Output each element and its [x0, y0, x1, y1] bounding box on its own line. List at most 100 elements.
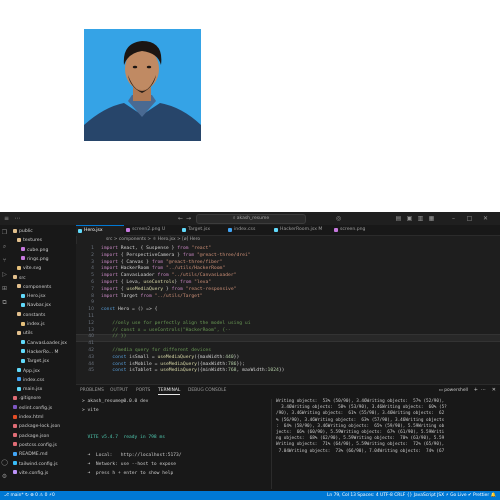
panel-tab[interactable]: TERMINAL — [158, 387, 181, 395]
code-line[interactable]: const isSmall = useMediaQuery({maxWidth:… — [101, 355, 239, 361]
panel-tab[interactable]: PROBLEMS — [80, 387, 104, 394]
maximize-icon[interactable]: □ — [466, 215, 473, 222]
explorer-item[interactable]: components — [17, 284, 51, 291]
menu-icon[interactable]: ⋯ — [14, 215, 21, 222]
explorer-item[interactable]: package.json — [13, 433, 49, 440]
explorer-item[interactable]: index.css — [17, 377, 44, 384]
code-line[interactable]: const isMobile = useMediaQuery({maxWidth… — [101, 362, 245, 368]
command-center-search[interactable]: ⌕ akash_resume — [196, 214, 306, 224]
terminal-dev-server[interactable]: > akash_resume@0.0.0 dev > vite VITE v5.4… — [82, 399, 267, 489]
code-line[interactable]: const isTablet = useMediaQuery({minWidth… — [101, 368, 284, 374]
explorer-item[interactable]: postcss.config.js — [13, 442, 57, 449]
terminal-git-output[interactable]: Writing objects: 53% (50/90), 3.46Writin… — [271, 399, 500, 489]
files-icon[interactable]: ❐ — [1, 229, 8, 236]
editor-tab[interactable]: screen2.png U — [124, 225, 180, 235]
explorer-item[interactable]: constants — [17, 312, 45, 319]
editor-tab[interactable]: index.css — [226, 225, 272, 235]
code-line[interactable]: // const x = useControls("HackerRoom", {… — [101, 328, 231, 334]
explorer-item[interactable]: index.js — [21, 321, 45, 328]
code-line[interactable]: import { PerspectiveCamera } from "@reac… — [101, 253, 251, 259]
explorer-item[interactable]: README.md — [13, 451, 48, 458]
back-arrow-icon[interactable]: ← — [178, 214, 183, 223]
editor-tab[interactable]: screen.png — [332, 225, 390, 235]
forward-arrow-icon[interactable]: → — [186, 214, 191, 223]
code-line[interactable]: import Target from "../utils/Target" — [101, 294, 203, 300]
explorer-item[interactable]: src — [13, 275, 26, 282]
file-type-icon — [21, 340, 25, 345]
current-line-highlight — [76, 334, 500, 342]
line-number: 42 — [88, 348, 94, 353]
settings-icon[interactable]: ⚙ — [1, 473, 8, 480]
toggle-panel-icon[interactable]: ▣ — [406, 215, 413, 222]
explorer-item[interactable]: textures — [17, 237, 42, 244]
run-debug-icon[interactable]: ▷ — [1, 271, 8, 278]
panel-tab[interactable]: DEBUG CONSOLE — [188, 387, 226, 394]
explorer-item[interactable]: utils — [17, 330, 33, 337]
line-number: 12 — [88, 320, 94, 326]
new-terminal-icon[interactable]: + — [474, 387, 478, 394]
explorer-item[interactable]: .gitignore — [13, 395, 41, 402]
search-icon[interactable]: ⌕ — [1, 243, 8, 250]
tab-label: Target.jsx — [188, 227, 211, 232]
explorer-item-label: vite.svg — [23, 266, 42, 272]
explorer-item[interactable]: vite.svg — [17, 265, 41, 272]
file-type-icon — [17, 265, 21, 270]
explorer-item-label: vite.config.js — [19, 470, 49, 476]
minimize-icon[interactable]: – — [450, 215, 457, 222]
source-control-icon[interactable]: ⑂ — [1, 257, 8, 264]
toggle-sidebar-icon[interactable]: ▤ — [395, 215, 402, 222]
explorer-item[interactable]: HackerRo... M — [21, 349, 59, 356]
code-line[interactable]: import CanvasLoader from "../utils/Canva… — [101, 273, 237, 279]
explorer-item[interactable]: package-lock.json — [13, 423, 60, 430]
code-line[interactable]: //only use for perfectly align the model… — [101, 321, 250, 327]
editor-tab[interactable]: Hero.jsx — [76, 225, 124, 236]
code-line[interactable]: import HackerRoom from "../utils/HackerR… — [101, 266, 225, 272]
line-number: 8 — [91, 293, 94, 299]
file-type-icon — [13, 442, 17, 447]
terminal-name[interactable]: ▭ powershell — [439, 387, 468, 394]
code-line[interactable]: import { Canvas } from "@react-three/fib… — [101, 260, 222, 266]
code-editor[interactable]: 1 import React, { Suspense } from "react"… — [76, 244, 500, 394]
explorer-item[interactable]: vite.config.js — [13, 470, 48, 477]
panel-tab[interactable]: OUTPUT — [110, 387, 128, 394]
explorer-item[interactable]: cube.png — [21, 247, 48, 254]
editor-tab[interactable]: HackerRoom.jsx M — [272, 225, 332, 235]
file-type-icon — [21, 256, 25, 261]
extensions-icon[interactable]: ⊞ — [1, 285, 8, 292]
explorer-item[interactable]: Navbar.jsx — [21, 302, 51, 309]
explorer-item-label: utils — [23, 331, 33, 337]
code-line[interactable]: import { useMediaQuery } from "react-res… — [101, 287, 237, 293]
explorer-item[interactable]: Hero.jsx — [21, 293, 46, 300]
status-right[interactable]: Ln 79, Col 13 Spaces: 4 UTF-8 CRLF {} Ja… — [327, 491, 496, 500]
explorer-item[interactable]: Target.jsx — [21, 358, 49, 365]
code-line[interactable]: // }) — [101, 334, 126, 340]
explorer-item[interactable]: public — [13, 228, 33, 235]
explorer-item[interactable]: tailwind.config.js — [13, 461, 58, 468]
code-line[interactable]: import React, { Suspense } from "react" — [101, 246, 211, 252]
copilot-icon[interactable]: ◎ — [335, 215, 342, 222]
line-number: 44 — [88, 361, 94, 367]
explorer-item[interactable]: main.jsx — [17, 386, 42, 393]
explorer-item[interactable]: index.html — [13, 414, 44, 421]
explorer-item[interactable]: CanvasLoader.jsx — [21, 340, 67, 347]
terminal-line: % (56/90), 3.46Writing objects: 63% (57/… — [276, 417, 445, 423]
more-actions-icon[interactable]: ⋯ — [481, 387, 486, 394]
code-line[interactable]: //media query for different devices — [101, 348, 211, 354]
code-line[interactable]: const Hero = () => { — [101, 307, 157, 313]
layout-icon[interactable]: ▦ — [428, 215, 435, 222]
account-icon[interactable]: ◯ — [1, 459, 8, 466]
explorer-item[interactable]: rings.png — [21, 256, 49, 263]
close-icon[interactable]: ✕ — [482, 215, 489, 222]
file-type-icon — [21, 321, 25, 326]
remote-icon[interactable]: ⧉ — [1, 299, 8, 306]
panel-tab[interactable]: PORTS — [136, 387, 150, 394]
explorer-item[interactable]: eslint.config.js — [13, 405, 52, 412]
explorer-item[interactable]: App.jsx — [17, 368, 40, 375]
status-left[interactable]: ⎇ main* ↻ ⊗ 0 ⚠ 0 ⚡0 — [4, 491, 55, 500]
toggle-secondary-sidebar-icon[interactable]: ▥ — [417, 215, 424, 222]
code-line[interactable]: import { Leva, useControls} from "leva" — [101, 280, 211, 286]
file-type-icon — [126, 228, 130, 232]
editor-tab[interactable]: Target.jsx — [180, 225, 226, 235]
close-panel-icon[interactable]: ✕ — [492, 387, 496, 394]
breadcrumb[interactable]: src > components > ⚛ Hero.jsx > [ø] Hero — [76, 236, 500, 244]
